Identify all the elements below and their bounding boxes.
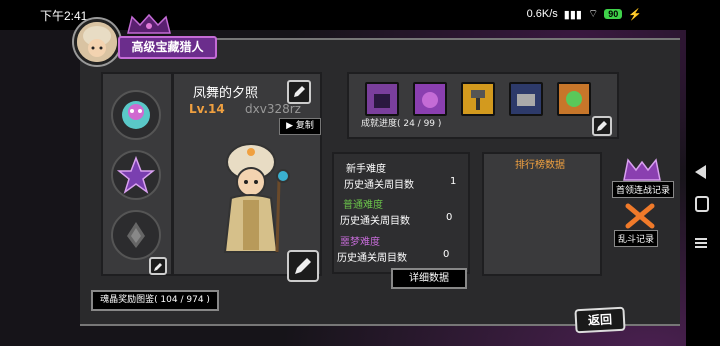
creature-badge-icon[interactable] xyxy=(111,90,161,140)
boss-record-button[interactable]: 首领连战记录 xyxy=(612,181,675,198)
nightmare-label: 噩梦难度 xyxy=(340,237,380,248)
crossed-swords-icon[interactable] xyxy=(622,202,658,230)
network-speed: 0.6K/s xyxy=(526,8,558,20)
novice-count: 1 xyxy=(450,176,457,187)
battery-indicator: 90 xyxy=(604,9,623,19)
character-sprite xyxy=(223,143,290,253)
detail-data-button[interactable]: 详细数据 xyxy=(391,268,467,289)
crystal-reward-button[interactable]: 魂晶奖励图鉴( 104 / 974 ) xyxy=(91,290,219,311)
avatar-portrait-icon xyxy=(77,22,117,62)
back-button[interactable]: 返回 xyxy=(574,306,626,334)
locked-emblem-icon[interactable] xyxy=(111,210,161,260)
castle-icon[interactable] xyxy=(365,82,399,116)
nav-home-icon[interactable] xyxy=(695,196,709,212)
wifi-icon: ⌔ xyxy=(587,8,599,20)
normal-row-label: 历史通关周目数 xyxy=(340,216,410,227)
character-id: dxv328rz xyxy=(245,102,301,116)
novice-label: 新手难度 xyxy=(346,164,386,175)
normal-count: 0 xyxy=(446,212,453,223)
boss-horns-icon[interactable] xyxy=(620,156,664,182)
copy-label: 复制 xyxy=(295,121,314,131)
star-emblem-icon[interactable] xyxy=(111,150,161,200)
badge-edit-icon[interactable] xyxy=(149,257,167,275)
nav-menu-icon[interactable] xyxy=(695,236,709,250)
hammer-icon[interactable] xyxy=(461,82,495,116)
copy-id-button[interactable]: ▶ 复制 xyxy=(279,118,321,135)
achievement-edit-icon[interactable] xyxy=(592,116,612,136)
normal-label: 普通难度 xyxy=(343,200,383,211)
badge-column xyxy=(101,72,173,276)
player-avatar[interactable] xyxy=(74,19,120,65)
status-time: 下午2:41 xyxy=(40,9,88,23)
character-level: Lv.14 xyxy=(189,102,225,116)
name-edit-icon[interactable] xyxy=(287,80,311,104)
dragon-icon[interactable] xyxy=(557,82,591,116)
brawl-record-button[interactable]: 乱斗记录 xyxy=(614,230,659,247)
ranking-title: 排行榜数据 xyxy=(515,160,565,171)
signal-icon: ▮▮▮ xyxy=(563,8,582,21)
crown-horns-icon xyxy=(127,13,171,34)
achievement-progress: 成就进度( 24 / 99 ) xyxy=(361,119,442,129)
novice-row-label: 历史通关周目数 xyxy=(344,180,414,191)
player-title: 高级宝藏猎人 xyxy=(118,36,217,59)
chest-icon[interactable] xyxy=(509,82,543,116)
status-indicators: 0.6K/s ▮▮▮ ⌔ 90 ⚡ xyxy=(527,7,642,21)
character-edit-icon[interactable] xyxy=(287,250,319,282)
demon-icon[interactable] xyxy=(413,82,447,116)
charging-icon: ⚡ xyxy=(628,8,642,21)
nightmare-count: 0 xyxy=(443,249,450,260)
nightmare-row-label: 历史通关周目数 xyxy=(337,253,407,264)
nav-back-icon[interactable] xyxy=(695,165,706,179)
character-name: 凤舞的夕照 xyxy=(193,86,259,101)
system-nav-bar xyxy=(686,30,720,346)
